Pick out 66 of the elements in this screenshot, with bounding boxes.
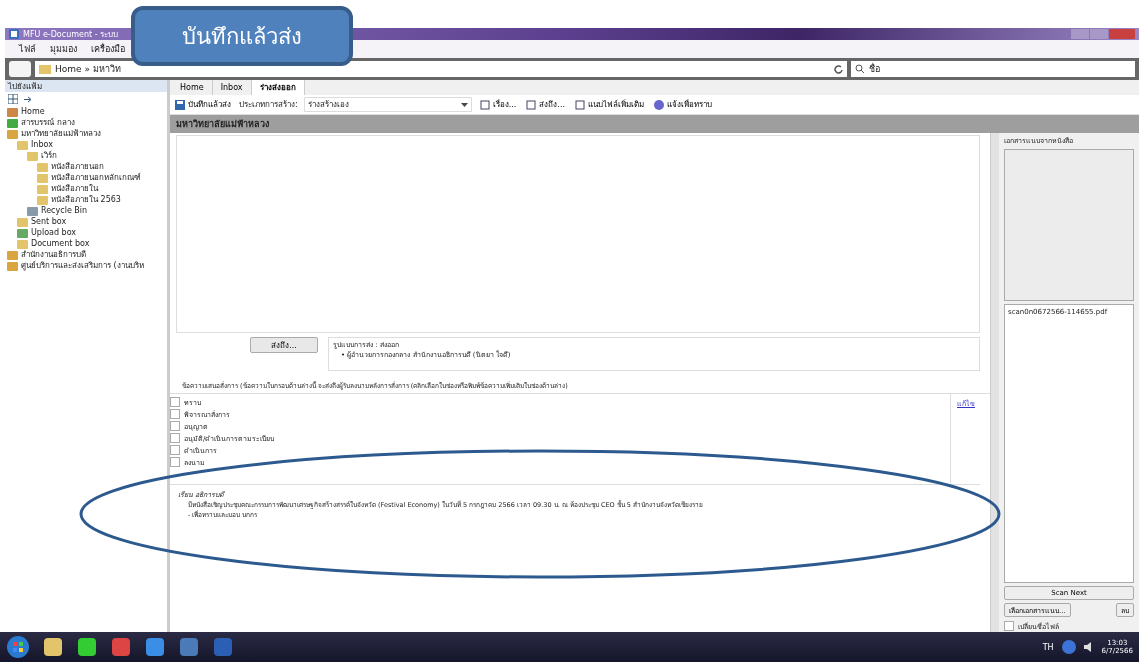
speaker-icon: [1083, 642, 1094, 652]
tree-item[interactable]: สารบรรณ์ กลาง: [7, 117, 167, 128]
checkbox[interactable]: [170, 433, 180, 443]
folder-icon: [37, 172, 48, 183]
tree-item[interactable]: สำนักงานอธิการบดี: [7, 249, 167, 260]
folder-icon: [7, 249, 18, 260]
tree-item[interactable]: Home: [7, 106, 167, 117]
checkbox[interactable]: [170, 457, 180, 467]
back-button[interactable]: [9, 61, 31, 77]
panel-title: ไปยังแฟ้ม: [8, 80, 42, 93]
caret-icon: [460, 102, 468, 107]
refresh-icon: [834, 64, 843, 74]
form-header: มหาวิทยาลัยแม่ฟ้าหลวง: [170, 115, 1139, 133]
folder-icon: [37, 194, 48, 205]
language-indicator[interactable]: TH: [1042, 642, 1054, 652]
tree-item[interactable]: ศูนย์บริการและส่งเสริมการ (งานบริห: [7, 260, 167, 271]
start-icon: [6, 635, 30, 659]
tree-item[interactable]: หนังสือภายนอก: [37, 161, 167, 172]
tree-item[interactable]: หนังสือภายใน: [37, 183, 167, 194]
attach-button[interactable]: แนบไฟล์เพิ่มเติม: [573, 98, 646, 111]
type-label: ประเภทการสร้าง:: [239, 99, 298, 111]
callout-bubble: บันทึกแล้วส่ง: [131, 6, 353, 66]
checkbox[interactable]: [170, 445, 180, 455]
tree-item[interactable]: Recycle Bin: [27, 205, 167, 216]
grid-icon: [8, 94, 18, 104]
folder-icon: [17, 227, 28, 238]
subject-button[interactable]: เรื่อง...: [477, 98, 519, 111]
send-to-button[interactable]: ส่งถึง...: [524, 98, 567, 111]
tree-item[interactable]: Upload box: [17, 227, 167, 238]
menu-item[interactable]: มุมมอง: [50, 42, 77, 56]
folder-icon: [17, 238, 28, 249]
checkbox[interactable]: [170, 421, 180, 431]
tree-item[interactable]: หนังสือภายใน 2563: [37, 194, 167, 205]
tree-item[interactable]: มหาวิทยาลัยแม่ฟ้าหลวง: [7, 128, 167, 139]
menu-item[interactable]: ไฟล์: [19, 42, 36, 56]
folder-icon: [7, 260, 18, 271]
checkbox[interactable]: [170, 409, 180, 419]
search-field[interactable]: ชื่อ: [851, 61, 1135, 77]
folder-icon: [27, 150, 38, 161]
tree-item[interactable]: Document box: [17, 238, 167, 249]
type-dropdown[interactable]: ร่างสร้างเอง: [303, 97, 472, 112]
save-icon: [175, 99, 185, 110]
checkbox[interactable]: [1004, 621, 1014, 631]
address-field[interactable]: Home » มหาวิท: [35, 61, 847, 77]
tab[interactable]: ร่างส่งออก: [251, 80, 305, 95]
tree-item[interactable]: Inbox: [17, 139, 167, 150]
bin-icon: [27, 205, 38, 216]
folder-icon: [42, 636, 64, 658]
scroll-bar[interactable]: [990, 133, 999, 632]
arrow-icon: [24, 94, 33, 104]
tree-item[interactable]: เวิร์ก: [27, 150, 167, 161]
checkbox[interactable]: [170, 397, 180, 407]
folder-icon: [37, 161, 48, 172]
folder-icon: [17, 139, 28, 150]
search-icon: [855, 64, 865, 74]
save-send-button[interactable]: บันทึกแล้วส่ง: [173, 98, 233, 111]
notify-button[interactable]: แจ้งเพื่อทราบ: [652, 98, 714, 111]
folder-icon: [17, 216, 28, 227]
folder-icon: [7, 128, 18, 139]
tree-item[interactable]: Sent box: [17, 216, 167, 227]
send-to-button[interactable]: ส่งถึง...: [250, 337, 318, 353]
window-title: MFU e-Document - ระบบ: [23, 28, 119, 41]
folder-icon: [37, 183, 48, 194]
folder-icon: [39, 64, 51, 74]
menu-item[interactable]: เครื่องมือ: [91, 42, 125, 56]
tree-item[interactable]: หนังสือภายนอกหลักเกณฑ์: [37, 172, 167, 183]
